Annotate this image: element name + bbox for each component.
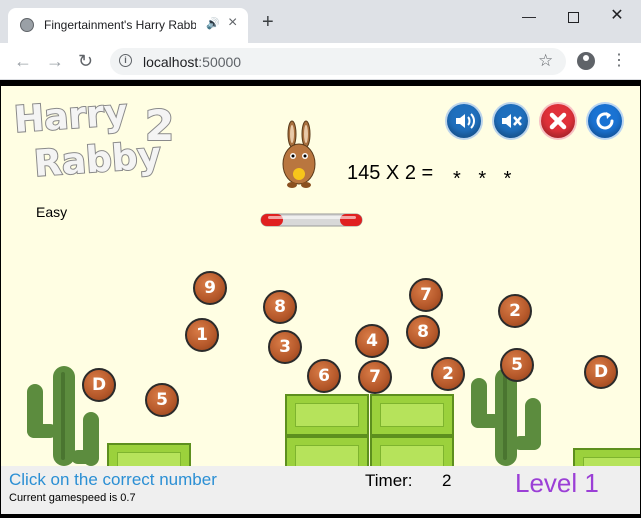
reload-button[interactable]: ↻ — [78, 51, 93, 71]
status-bar: Click on the correct number Current game… — [1, 466, 640, 514]
browser-titlebar: Fingertainment's Harry Rabby 2 🔊 × + — ✕ — [0, 0, 641, 43]
cactus-right — [471, 368, 541, 466]
maximize-icon — [567, 11, 579, 23]
tab-title: Fingertainment's Harry Rabby 2 — [44, 18, 196, 32]
number-ball[interactable]: 6 — [307, 359, 341, 393]
sound-on-button[interactable] — [445, 102, 483, 140]
number-ball[interactable]: 2 — [431, 357, 465, 391]
minimize-button[interactable]: — — [507, 4, 551, 28]
number-ball[interactable]: 2 — [498, 294, 532, 328]
number-ball[interactable]: D — [82, 368, 116, 402]
number-ball[interactable]: 5 — [145, 383, 179, 417]
mute-button[interactable] — [492, 102, 530, 140]
browser-tab[interactable]: Fingertainment's Harry Rabby 2 🔊 × — [8, 8, 248, 43]
number-ball[interactable]: 8 — [263, 290, 297, 324]
rabbit-character — [282, 120, 316, 188]
number-ball[interactable]: D — [584, 355, 618, 389]
brick-block — [285, 394, 369, 436]
url-text: localhost:50000 — [143, 54, 242, 70]
number-ball[interactable]: 7 — [358, 360, 392, 394]
restart-button[interactable] — [586, 102, 624, 140]
speaker-icon — [456, 113, 475, 129]
site-info-icon[interactable]: i — [119, 54, 132, 67]
favicon-icon — [20, 18, 34, 32]
maximize-button[interactable] — [551, 4, 595, 28]
profile-avatar-icon[interactable] — [577, 52, 595, 70]
instruction-text: Click on the correct number — [9, 470, 217, 489]
level-label: Level 1 — [515, 468, 599, 498]
logo-line1: Harry — [15, 94, 129, 141]
quit-button[interactable] — [539, 102, 577, 140]
browser-menu-icon[interactable]: ⋮ — [611, 51, 627, 71]
tab-close-icon[interactable]: × — [228, 14, 237, 32]
number-ball[interactable]: 7 — [409, 278, 443, 312]
audio-playing-icon[interactable]: 🔊 — [206, 17, 220, 30]
logo-number: 2 — [145, 101, 174, 150]
number-ball[interactable]: 3 — [268, 330, 302, 364]
restart-icon — [596, 112, 614, 130]
number-ball[interactable]: 8 — [406, 315, 440, 349]
number-ball[interactable]: 4 — [355, 324, 389, 358]
browser-toolbar: ← → ↻ i localhost:50000 ☆ ⋮ — [0, 43, 641, 80]
bookmark-star-icon[interactable]: ☆ — [538, 51, 553, 71]
speed-text: Current gamespeed is 0.7 — [9, 492, 136, 504]
mute-speaker-icon — [502, 114, 522, 128]
number-ball[interactable]: 9 — [193, 271, 227, 305]
math-question: 145 X 2 = — [347, 162, 434, 184]
progress-bar — [260, 213, 363, 227]
timer-value: 2 — [442, 471, 452, 490]
forward-button[interactable]: → — [46, 51, 64, 71]
brick-block — [370, 394, 454, 436]
game-viewport: Harry Rabby 2 Easy 145 X 2 = * * * 9 8 7… — [0, 80, 641, 518]
window-close-button[interactable]: ✕ — [595, 4, 639, 28]
x-icon — [549, 112, 567, 130]
new-tab-button[interactable]: + — [262, 12, 274, 32]
answer-mask: * * * — [453, 168, 518, 190]
logo-line2: Rabby — [33, 135, 163, 184]
game-canvas: Harry Rabby 2 Easy 145 X 2 = * * * 9 8 7… — [1, 86, 640, 514]
timer-label: Timer: — [365, 471, 413, 490]
address-bar[interactable]: i localhost:50000 ☆ — [110, 48, 566, 75]
number-ball[interactable]: 1 — [185, 318, 219, 352]
difficulty-label: Easy — [36, 204, 68, 220]
game-logo: Harry Rabby 2 — [15, 94, 175, 184]
back-button[interactable]: ← — [14, 51, 32, 71]
number-ball[interactable]: 5 — [500, 348, 534, 382]
